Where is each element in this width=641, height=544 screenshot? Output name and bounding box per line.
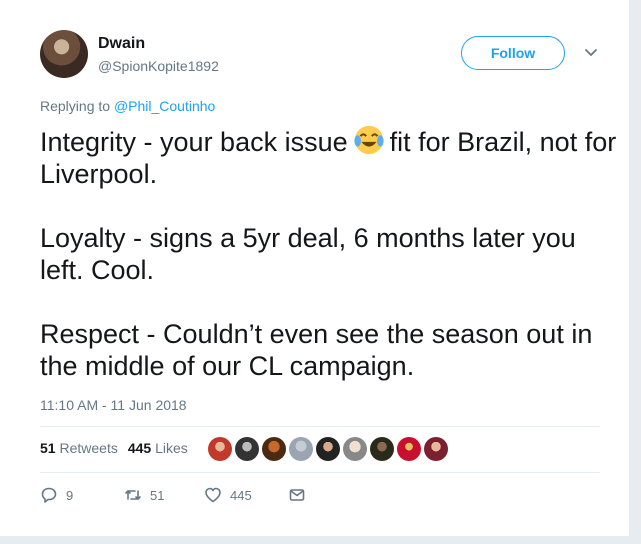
liker-avatar[interactable]: [235, 437, 259, 461]
liker-avatar[interactable]: [343, 437, 367, 461]
retweets-label: Retweets: [59, 440, 118, 456]
likes-count: 445: [127, 440, 152, 456]
retweet-button[interactable]: 51: [124, 486, 204, 504]
face-with-tears-of-joy-icon: [354, 125, 384, 155]
tweet-text: Integrity - your back issue fit for Braz…: [40, 123, 620, 414]
tweet-paragraph-2: Loyalty - signs a 5yr deal, 6 months lat…: [40, 223, 576, 285]
liker-avatar[interactable]: [262, 437, 286, 461]
retweet-icon: [125, 490, 141, 500]
tweet-text-part: Integrity - your back issue: [40, 127, 348, 157]
liker-avatar[interactable]: [370, 437, 394, 461]
follow-button[interactable]: Follow: [461, 36, 565, 70]
reply-button[interactable]: 9: [40, 486, 124, 504]
envelope-icon: [289, 489, 305, 501]
retweet-count: 51: [150, 487, 165, 503]
like-count: 445: [230, 487, 252, 503]
likes-stat[interactable]: 445 Likes: [128, 440, 188, 456]
page-background: [0, 536, 641, 544]
liker-avatars: [208, 437, 448, 461]
tweet-paragraph-3: Respect - Couldn’t even see the season o…: [40, 319, 593, 381]
reply-count: 9: [66, 487, 74, 503]
liker-avatar[interactable]: [316, 437, 340, 461]
reply-icon: [41, 487, 57, 503]
avatar[interactable]: [40, 30, 88, 78]
handle[interactable]: @SpionKopite1892: [98, 58, 219, 74]
retweets-stat[interactable]: 51 Retweets: [40, 440, 118, 456]
mention-link[interactable]: @Phil_Coutinho: [114, 98, 215, 114]
action-bar: 9 51 445: [40, 486, 306, 504]
tweet-paragraph-1: Integrity - your back issue fit for Braz…: [40, 123, 620, 190]
divider: [40, 472, 600, 473]
replying-prefix: Replying to: [40, 98, 114, 114]
tweet-card: Dwain @SpionKopite1892 Follow Replying t…: [0, 0, 630, 536]
like-button[interactable]: 445: [204, 486, 288, 504]
liker-avatar[interactable]: [289, 437, 313, 461]
retweets-count: 51: [40, 440, 56, 456]
liker-avatar[interactable]: [424, 437, 448, 461]
liker-avatar[interactable]: [208, 437, 232, 461]
display-name[interactable]: Dwain: [98, 35, 145, 53]
replying-to: Replying to @Phil_Coutinho: [40, 98, 215, 114]
divider: [40, 426, 600, 427]
timestamp[interactable]: 11:10 AM - 11 Jun 2018: [40, 397, 187, 413]
heart-icon: [205, 487, 221, 503]
likes-label: Likes: [155, 440, 188, 456]
chevron-down-icon[interactable]: [584, 46, 598, 60]
engagement-stats: 51 Retweets 445 Likes: [40, 440, 188, 456]
liker-avatar[interactable]: [397, 437, 421, 461]
dm-button[interactable]: [288, 486, 306, 504]
